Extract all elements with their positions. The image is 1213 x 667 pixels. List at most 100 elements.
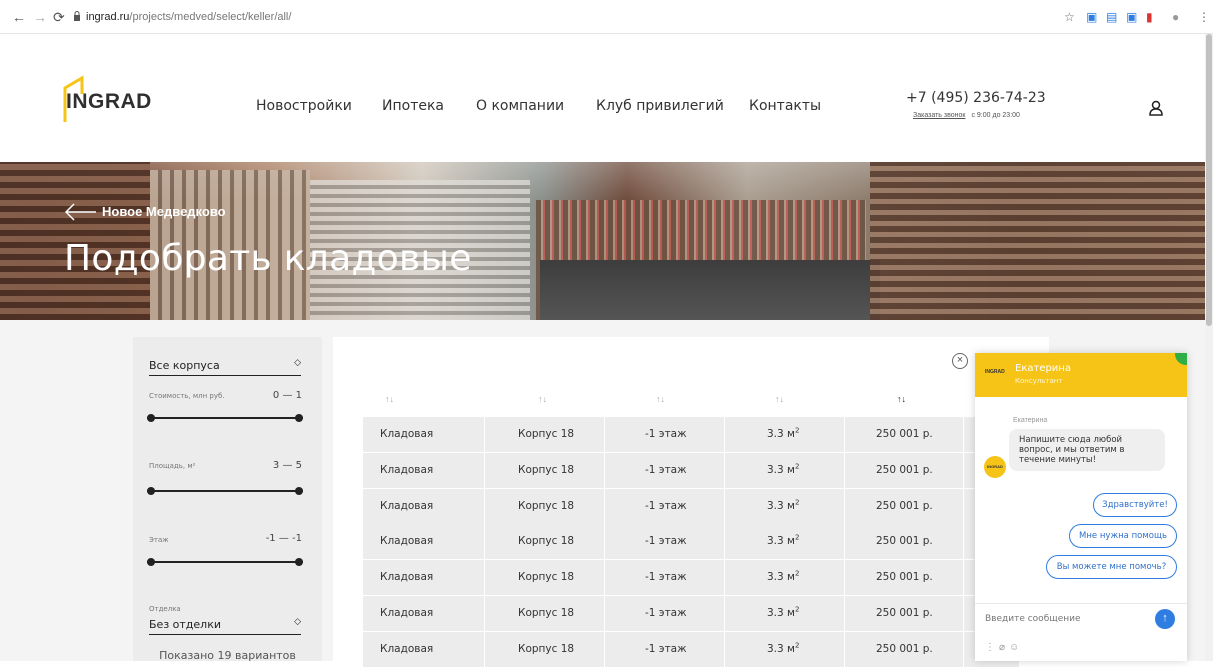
- building-select[interactable]: Все корпуса ◇: [149, 358, 301, 376]
- status-indicator: [1175, 353, 1187, 365]
- slider-handle-max[interactable]: [295, 558, 303, 566]
- nav-ipoteka[interactable]: Ипотека: [382, 98, 444, 114]
- area-value: 3.3 м: [767, 428, 795, 440]
- address-bar[interactable]: ingrad.ru/projects/medved/select/keller/…: [86, 9, 291, 25]
- scrollbar-thumb[interactable]: [1206, 34, 1212, 326]
- extension-icon[interactable]: ▣: [1126, 10, 1137, 24]
- cell-floor: -1 этаж: [645, 499, 687, 512]
- cell-area: 3.3 м2: [767, 489, 799, 524]
- price-slider[interactable]: [147, 414, 303, 422]
- table-row[interactable]: Кладовая Корпус 18 -1 этаж 3.3 м2 250 001 р.: [363, 417, 1019, 452]
- callback-link[interactable]: Заказать звонок: [913, 112, 965, 119]
- column-divider: [604, 596, 605, 631]
- finish-select[interactable]: Без отделки ◇: [149, 617, 301, 635]
- column-divider: [604, 631, 605, 667]
- extension-icon[interactable]: ▤: [1106, 10, 1117, 24]
- column-divider: [484, 488, 485, 524]
- chat-widget: INGRAD Екатерина Консультант Екатерина Н…: [975, 353, 1187, 661]
- attach-icon[interactable]: ⌀: [999, 642, 1009, 653]
- cell-floor: -1 этаж: [645, 571, 687, 584]
- nav-o-kompanii[interactable]: О компании: [476, 98, 564, 114]
- arrow-left-icon[interactable]: [64, 202, 96, 222]
- table-row[interactable]: Кладовая Корпус 18 -1 этаж 3.3 м2 250 001 р.: [363, 631, 1019, 667]
- page-scrollbar[interactable]: [1205, 34, 1213, 661]
- quick-reply-hello[interactable]: Здравствуйте!: [1093, 493, 1177, 517]
- nav-klub[interactable]: Клуб привилегий: [596, 98, 724, 114]
- column-divider: [484, 596, 485, 631]
- cell-type: Кладовая: [380, 571, 434, 584]
- phone-number[interactable]: +7 (495) 236-74-23: [906, 90, 1046, 106]
- column-divider: [484, 417, 485, 452]
- cell-floor: -1 этаж: [645, 428, 687, 440]
- message-author: Екатерина: [1013, 417, 1048, 424]
- emoji-icon[interactable]: ☺: [1009, 642, 1023, 653]
- cell-building: Корпус 18: [518, 499, 575, 512]
- profile-icon[interactable]: ●: [1172, 10, 1179, 24]
- table-row[interactable]: Кладовая Корпус 18 -1 этаж 3.3 м2 250 001 р.: [363, 524, 1019, 560]
- quick-reply-help[interactable]: Мне нужна помощь: [1069, 524, 1177, 548]
- table-row[interactable]: Кладовая Корпус 18 -1 этаж 3.3 м2 250 001 р.: [363, 560, 1019, 596]
- chat-message-input[interactable]: [985, 614, 1145, 624]
- slider-handle-min[interactable]: [147, 414, 155, 422]
- close-icon[interactable]: ×: [952, 353, 968, 369]
- extension-icon[interactable]: ▣: [1086, 10, 1097, 24]
- table-row[interactable]: Кладовая Корпус 18 -1 этаж 3.3 м2 250 001 р.: [363, 452, 1019, 488]
- back-link[interactable]: Новое Медведково: [102, 204, 226, 219]
- nav-novostroyki[interactable]: Новостройки: [256, 98, 352, 114]
- column-divider: [724, 452, 725, 488]
- slider-handle-max[interactable]: [295, 414, 303, 422]
- quick-reply-can-you-help[interactable]: Вы можете мне помочь?: [1046, 555, 1177, 579]
- url-host: ingrad.ru: [86, 11, 130, 23]
- column-divider: [484, 560, 485, 596]
- finish-select-value: Без отделки: [149, 618, 221, 631]
- table-row[interactable]: Кладовая Корпус 18 -1 этаж 3.3 м2 250 001 р.: [363, 596, 1019, 631]
- slider-handle-max[interactable]: [295, 487, 303, 495]
- cell-type: Кладовая: [380, 535, 434, 548]
- cell-price: 250 001 р.: [876, 428, 933, 440]
- nav-kontakty[interactable]: Контакты: [749, 98, 821, 114]
- cell-price: 250 001 р.: [876, 463, 933, 476]
- column-divider: [724, 631, 725, 667]
- sort-icon-active[interactable]: ↑↓: [897, 394, 906, 404]
- cell-area: 3.3 м2: [767, 596, 799, 631]
- cell-type: Кладовая: [380, 642, 434, 655]
- table-row[interactable]: Кладовая Корпус 18 -1 этаж 3.3 м2 250 001 р.: [363, 488, 1019, 524]
- forward-icon[interactable]: →: [33, 9, 47, 25]
- browser-toolbar: ← → ⟳ ingrad.ru/projects/medved/select/k…: [0, 0, 1213, 34]
- area-value: 3.3 м: [767, 642, 795, 655]
- slider-track: [147, 417, 303, 419]
- courtyard-image: [540, 260, 880, 320]
- column-divider: [963, 417, 964, 452]
- back-icon[interactable]: ←: [12, 9, 26, 25]
- column-divider: [604, 524, 605, 560]
- sort-icon[interactable]: ↑↓: [775, 394, 784, 404]
- reload-icon[interactable]: ⟳: [53, 9, 65, 25]
- hero-banner: Новое Медведково Подобрать кладовые: [0, 162, 1205, 320]
- menu-icon[interactable]: ⋮: [1198, 10, 1210, 24]
- column-divider: [724, 560, 725, 596]
- star-icon[interactable]: ☆: [1064, 10, 1075, 24]
- cell-type: Кладовая: [380, 607, 434, 619]
- floor-slider[interactable]: [147, 558, 303, 566]
- area-value: 3.3 м: [767, 607, 795, 619]
- callback-info: Заказать звонок с 9:00 до 23:00: [913, 112, 1020, 119]
- column-divider: [484, 631, 485, 667]
- column-divider: [724, 524, 725, 560]
- column-divider: [484, 452, 485, 488]
- cell-type: Кладовая: [380, 499, 434, 512]
- cell-area: 3.3 м2: [767, 632, 799, 667]
- slider-handle-min[interactable]: [147, 487, 155, 495]
- sort-icon[interactable]: ↑↓: [385, 394, 394, 404]
- more-icon[interactable]: ⋮: [985, 642, 999, 653]
- cell-floor: -1 этаж: [645, 463, 687, 476]
- area-slider[interactable]: [147, 487, 303, 495]
- send-arrow-icon[interactable]: ↑: [1155, 609, 1175, 629]
- sort-icon[interactable]: ↑↓: [538, 394, 547, 404]
- area-unit-sup: 2: [794, 426, 800, 435]
- sort-icon[interactable]: ↑↓: [656, 394, 665, 404]
- logo[interactable]: INGRAD: [66, 90, 152, 114]
- cell-floor: -1 этаж: [645, 535, 687, 548]
- extension-icon[interactable]: ▮: [1146, 10, 1153, 24]
- slider-handle-min[interactable]: [147, 558, 155, 566]
- user-icon[interactable]: [1149, 100, 1163, 116]
